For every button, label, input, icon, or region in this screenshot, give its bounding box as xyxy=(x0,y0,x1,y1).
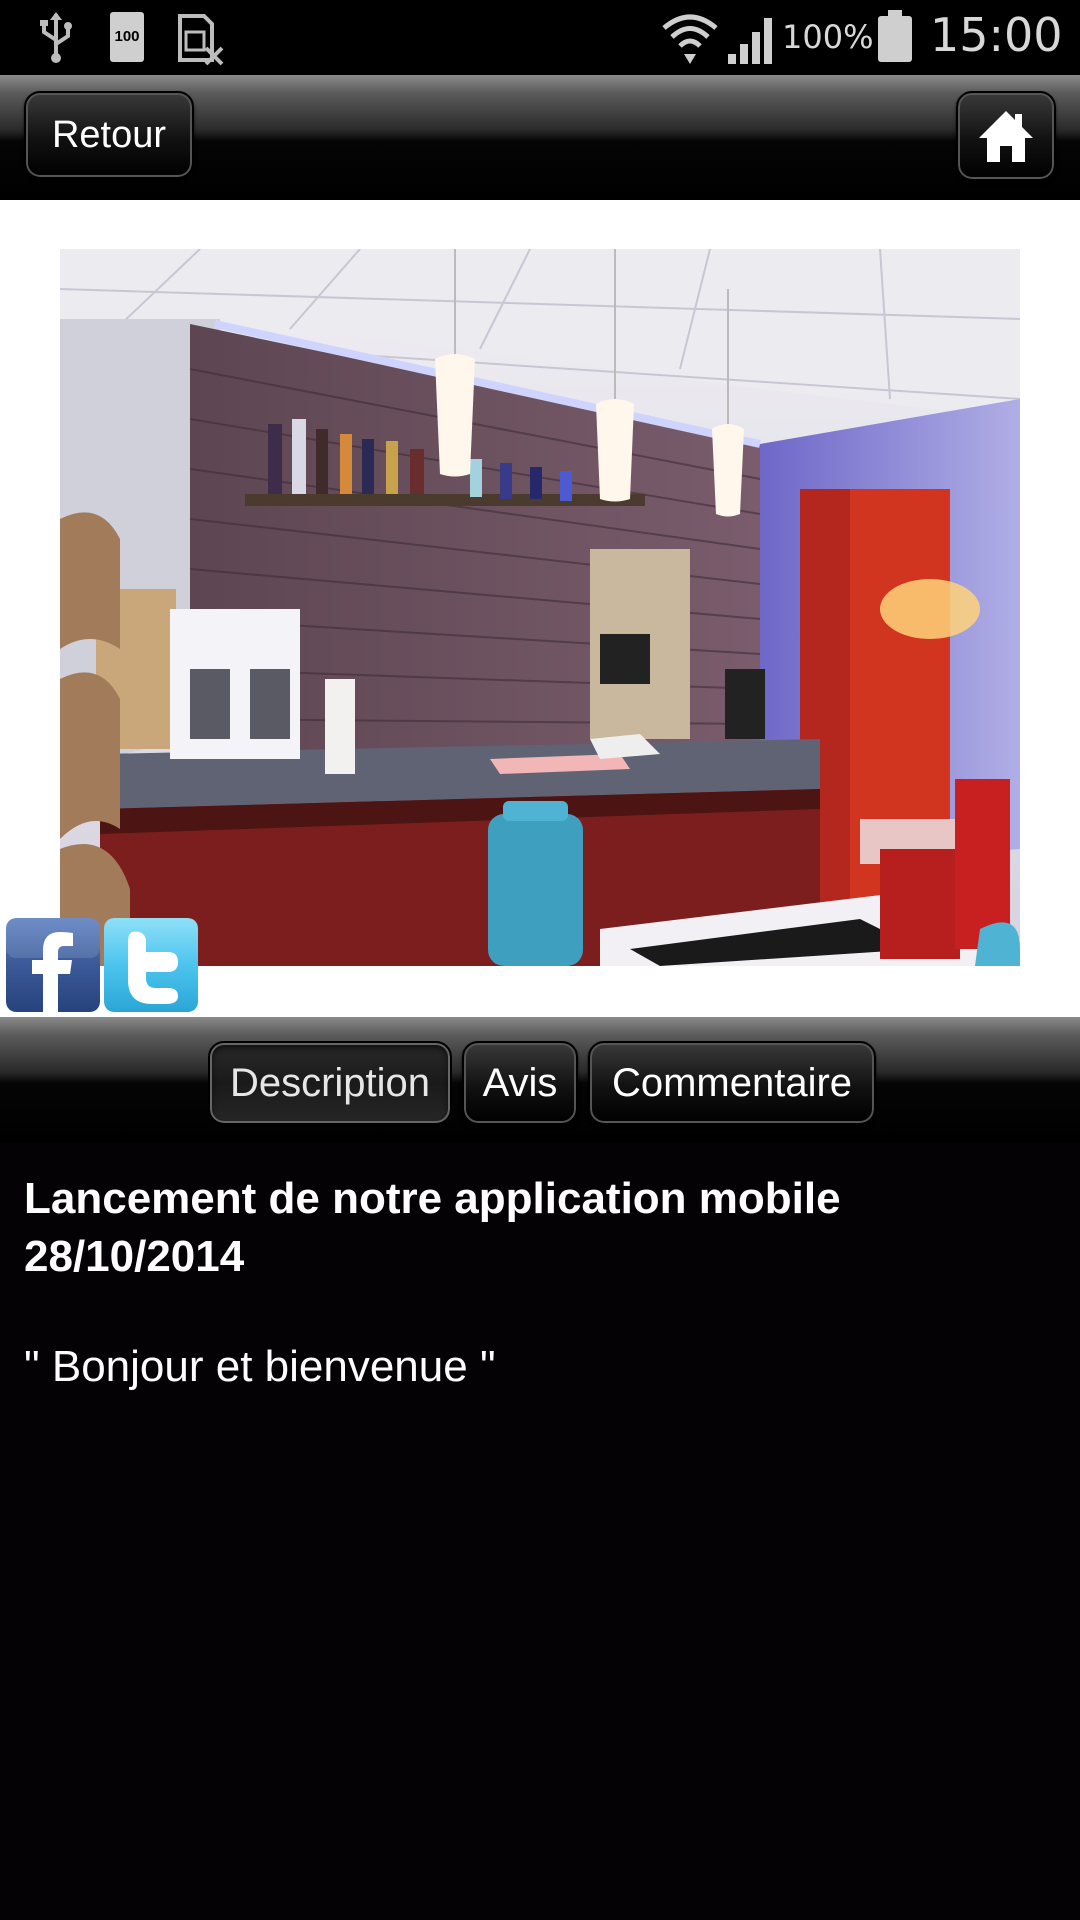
battery-percent: 100% xyxy=(782,18,874,56)
battery-badge-text: 100 xyxy=(114,28,140,45)
header-bar: Retour xyxy=(0,75,1080,200)
tab-commentaire[interactable]: Commentaire xyxy=(588,1041,876,1125)
tab-bar: Description Avis Commentaire xyxy=(0,1017,1080,1142)
clock: 15:00 xyxy=(930,8,1063,62)
battery-icon xyxy=(878,10,912,62)
restaurant-photo-illustration xyxy=(60,249,1020,966)
tab-description[interactable]: Description xyxy=(208,1041,452,1125)
description-content: Lancement de notre application mobile 28… xyxy=(24,1170,1054,1396)
facebook-button[interactable] xyxy=(6,918,100,1012)
article-quote: " Bonjour et bienvenue " xyxy=(24,1342,496,1391)
twitter-button[interactable] xyxy=(104,918,198,1012)
restaurant-photo[interactable] xyxy=(60,249,1020,966)
usb-icon xyxy=(40,12,72,63)
wifi-icon xyxy=(662,14,718,64)
image-area xyxy=(0,200,1080,1017)
facebook-icon xyxy=(6,918,100,1012)
article-title: Lancement de notre application mobile 28… xyxy=(24,1174,841,1281)
battery-100-icon: 100 xyxy=(110,12,144,62)
home-button[interactable] xyxy=(956,91,1056,181)
signal-icon xyxy=(728,18,772,64)
sim-missing-icon xyxy=(178,14,224,66)
back-button[interactable]: Retour xyxy=(24,91,194,179)
tab-avis[interactable]: Avis xyxy=(462,1041,578,1125)
status-bar: 100 100% 15:00 xyxy=(0,0,1080,75)
twitter-icon xyxy=(104,918,198,1012)
home-icon xyxy=(979,111,1033,162)
